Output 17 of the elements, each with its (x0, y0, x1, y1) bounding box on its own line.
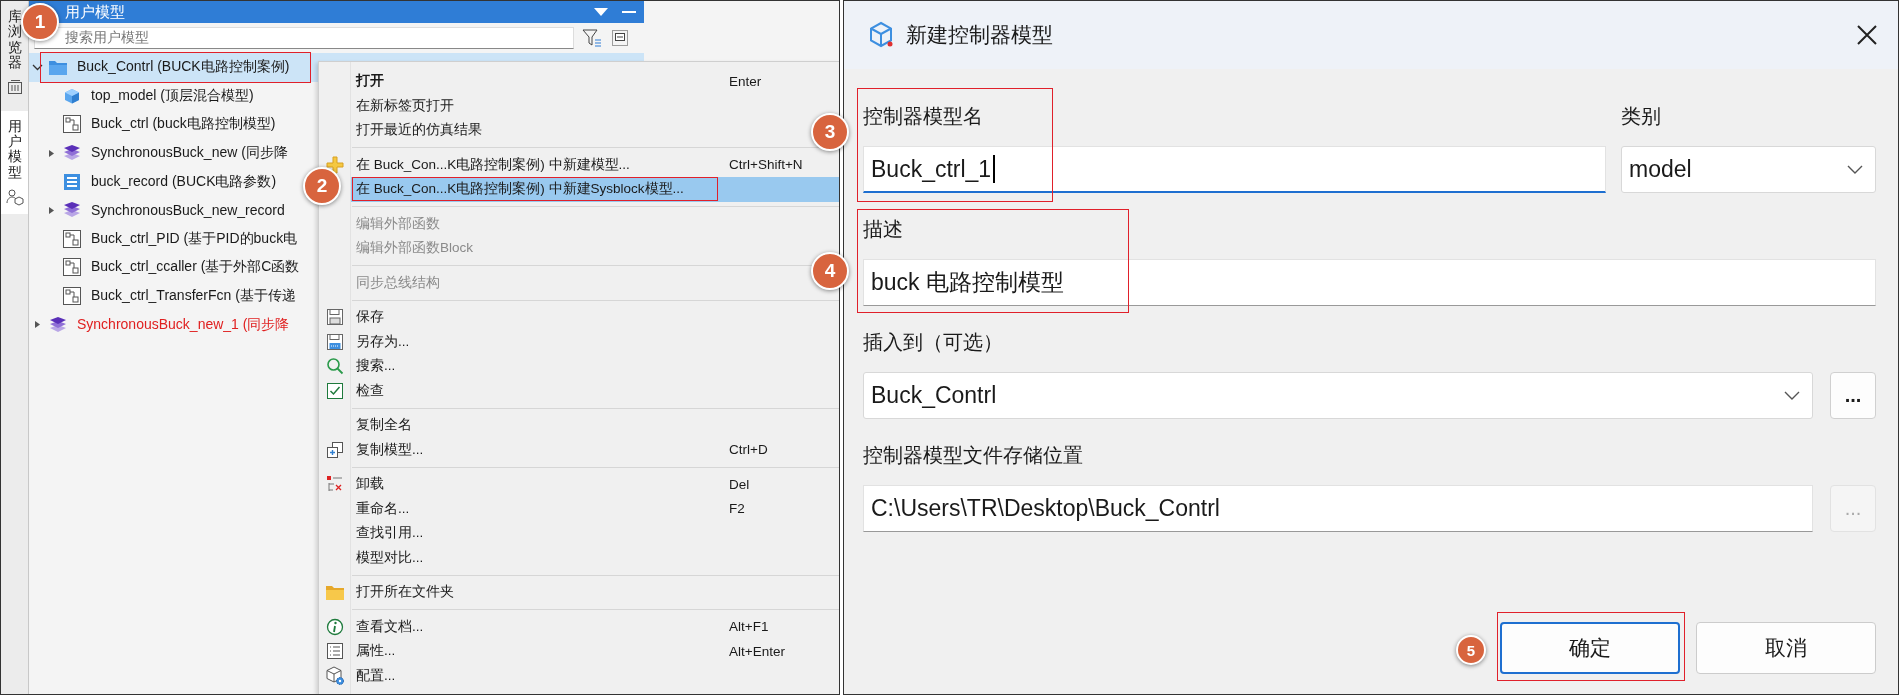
item-label: Buck_ctrl (buck电路控制模型) (91, 115, 276, 134)
item-label: SynchronousBuck_new (同步降 (91, 144, 288, 163)
item-label: buck_record (BUCK电路参数) (91, 172, 277, 191)
field-label: 描述 (863, 217, 904, 242)
field-label: 类别 (1621, 104, 1662, 129)
item-label: Buck_ctrl_TransferFcn (基于传递 (91, 287, 296, 306)
dialog-title: 新建控制器模型 (906, 22, 1054, 48)
item-label: Buck_Contrl (BUCK电路控制案例) (77, 58, 290, 77)
panel-title: 用户模型 (65, 2, 126, 22)
item-label: Buck_ctrl_ccaller (基于外部C函数 (91, 258, 300, 277)
field-label: 插入到（可选） (863, 330, 1004, 355)
field-label: 控制器模型文件存储位置 (863, 443, 1084, 468)
item-label: top_model (顶层混合模型) (91, 86, 254, 105)
item-label: Buck_ctrl_PID (基于PID的buck电 (91, 229, 298, 248)
field-label: 控制器模型名 (863, 104, 984, 129)
item-label: SynchronousBuck_new_record (91, 202, 285, 219)
item-label: SynchronousBuck_new_1 (同步降 (77, 315, 290, 334)
